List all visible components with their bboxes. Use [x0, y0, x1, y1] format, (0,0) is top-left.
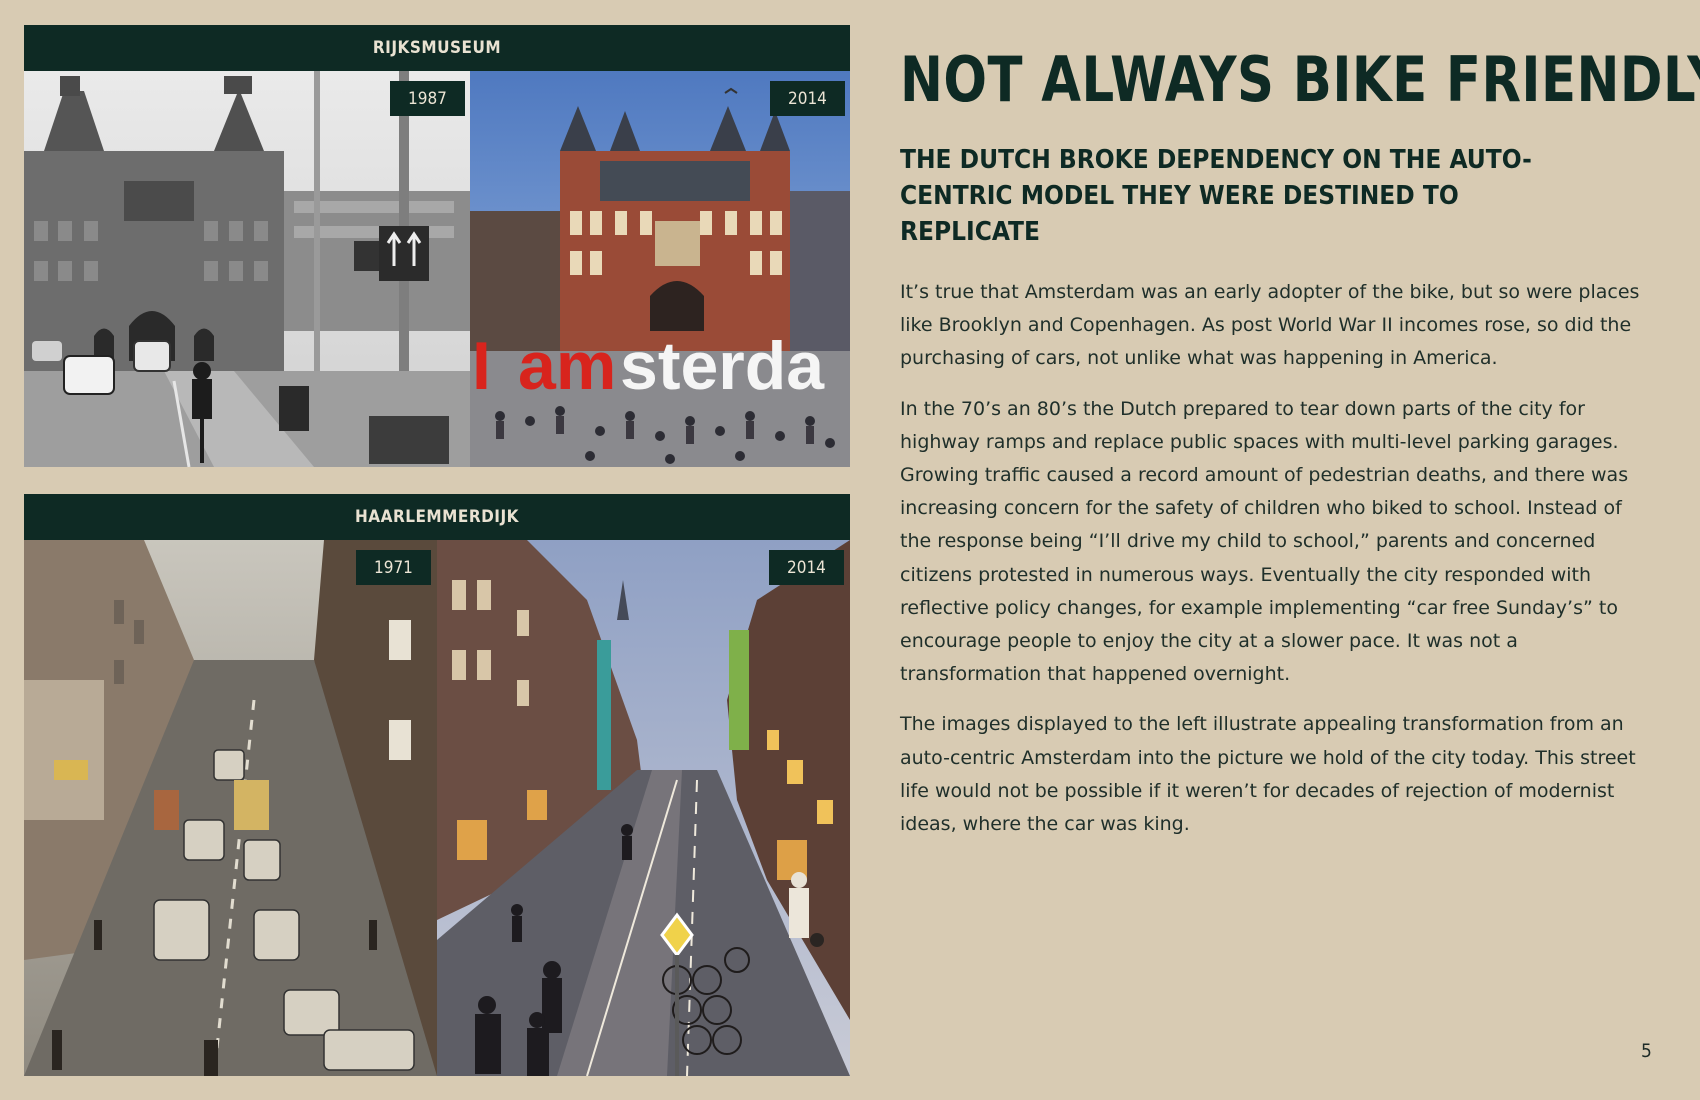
haarlemmerdijk-panel: HAARLEMMERDIJK 1971 2014 — [24, 494, 850, 1076]
article-paragraph-3: The images displayed to the left illustr… — [900, 713, 1636, 836]
rijksmuseum-panel: RIJKSMUSEUM 1987 I am sterda 2014 — [24, 25, 850, 467]
svg-text:I: I — [472, 328, 491, 404]
photo-rijksmuseum-2014: I am sterda 2014 — [470, 71, 850, 467]
panel-header-rijksmuseum: RIJKSMUSEUM — [24, 25, 850, 71]
svg-text:sterda: sterda — [620, 328, 825, 404]
haarlemmerdijk-1971-image — [24, 540, 437, 1076]
article-subtitle: THE DUTCH BROKE DEPENDENCY ON THE AUTO-C… — [900, 145, 1532, 247]
page-number: 5 — [1641, 1040, 1652, 1062]
haarlemmerdijk-photo-row: 1971 2014 — [24, 540, 850, 1076]
photo-haarlemmerdijk-1971: 1971 — [24, 540, 437, 1076]
year-badge-1987: 1987 — [390, 81, 465, 116]
photo-rijksmuseum-1987: 1987 — [24, 71, 470, 467]
rijksmuseum-photo-row: 1987 I am sterda 2014 — [24, 71, 850, 467]
article-paragraph-2: In the 70’s an 80’s the Dutch prepared t… — [900, 397, 1629, 686]
panel-header-haarlemmerdijk: HAARLEMMERDIJK — [24, 494, 850, 540]
year-badge-1971: 1971 — [356, 550, 431, 585]
article-paragraph-1: It’s true that Amsterdam was an early ad… — [900, 281, 1640, 370]
haarlemmerdijk-2014-image — [437, 540, 850, 1076]
svg-text:am: am — [518, 328, 616, 404]
rijksmuseum-1987-image — [24, 71, 470, 467]
rijksmuseum-2014-image: I am sterda — [470, 71, 850, 467]
year-badge-2014-bottom: 2014 — [769, 550, 844, 585]
article-title: NOT ALWAYS BIKE FRIENDLY — [900, 43, 1700, 116]
year-badge-2014-top: 2014 — [770, 81, 845, 116]
photo-haarlemmerdijk-2014: 2014 — [437, 540, 850, 1076]
article-column: NOT ALWAYS BIKE FRIENDLY THE DUTCH BROKE… — [900, 40, 1700, 858]
